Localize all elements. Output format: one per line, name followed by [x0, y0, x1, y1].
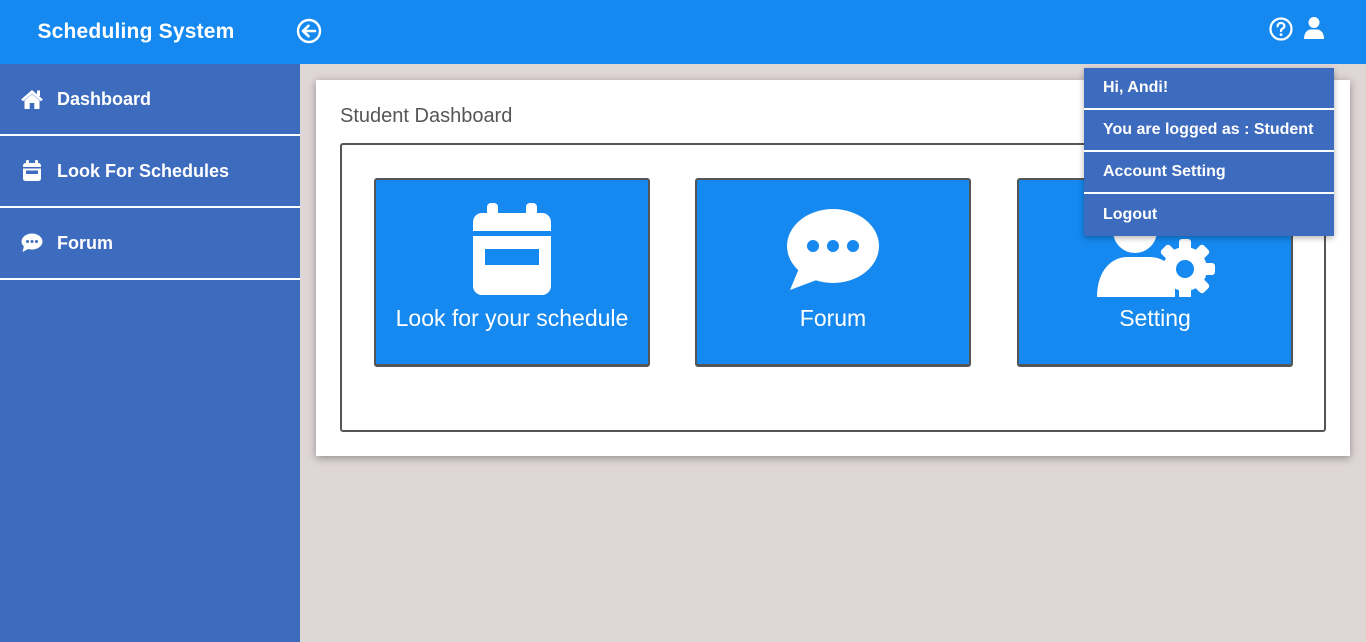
tile-label: Forum — [799, 305, 867, 331]
sidebar-item-label: Forum — [57, 232, 113, 253]
app-title: Scheduling System — [37, 20, 235, 43]
tile-label: Look for your schedule — [395, 305, 629, 331]
user-greeting: Hi, Andi! — [1084, 68, 1334, 110]
sidebar-item-forum[interactable]: Forum — [0, 208, 300, 280]
calendar-icon — [20, 159, 44, 183]
sidebar-item-label: Look For Schedules — [57, 160, 230, 181]
home-icon — [20, 87, 44, 111]
tile-label: Setting — [1119, 305, 1191, 331]
top-bar: Scheduling System — [0, 0, 1366, 64]
logout-menu-item[interactable]: Logout — [1084, 194, 1334, 236]
help-icon[interactable] — [1269, 17, 1293, 41]
sidebar-item-label: Dashboard — [57, 88, 152, 109]
page-title: Student Dashboard — [340, 105, 513, 127]
sidebar: Dashboard Look For Schedules Forum — [0, 64, 300, 642]
forum-tile[interactable]: Forum — [695, 178, 971, 367]
calendar-icon — [376, 202, 648, 297]
back-arrow-icon[interactable] — [296, 18, 322, 44]
chat-bubble-icon — [697, 202, 969, 297]
user-dropdown-menu: Hi, Andi! You are logged as : Student Ac… — [1084, 68, 1334, 236]
user-role: You are logged as : Student — [1084, 110, 1334, 152]
sidebar-item-dashboard[interactable]: Dashboard — [0, 64, 300, 136]
sidebar-item-look-for-schedules[interactable]: Look For Schedules — [0, 136, 300, 208]
account-setting-menu-item[interactable]: Account Setting — [1084, 152, 1334, 194]
user-icon[interactable] — [1303, 16, 1325, 40]
look-for-schedule-tile[interactable]: Look for your schedule — [374, 178, 650, 367]
chat-icon — [20, 231, 44, 255]
